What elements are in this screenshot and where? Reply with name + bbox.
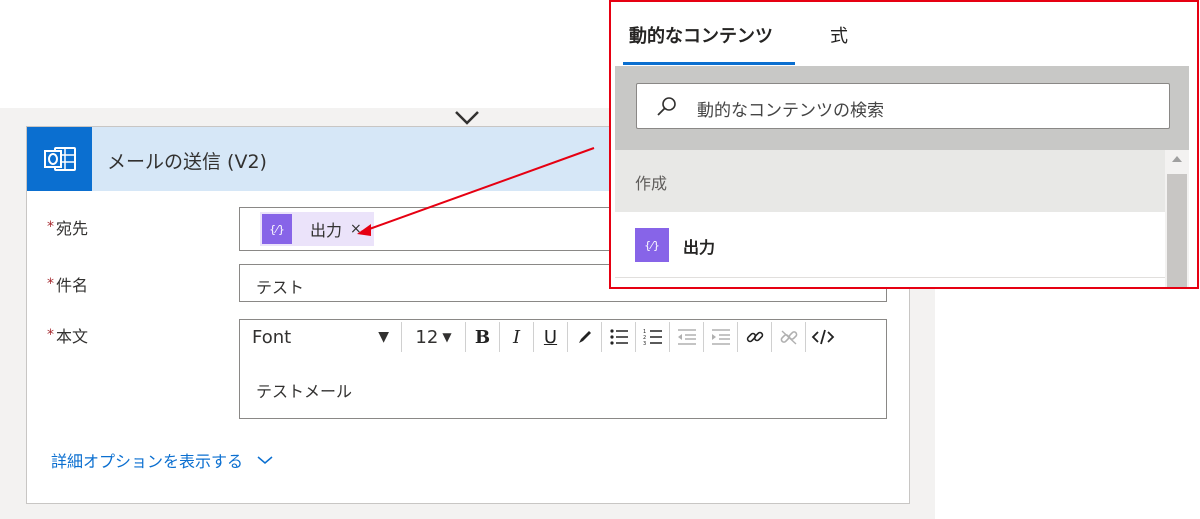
dynamic-content-token[interactable]: {⁄} 出力 × xyxy=(260,212,374,246)
code-view-icon[interactable] xyxy=(806,322,840,352)
dynamic-content-item[interactable]: {⁄} 出力 xyxy=(615,212,1165,278)
unlink-icon[interactable] xyxy=(772,322,806,352)
body-editor[interactable]: Font ▼ 12 ▼ B I U 123 テストメール xyxy=(239,319,887,419)
body-text: テストメール xyxy=(256,382,353,401)
dynamic-content-item-label: 出力 xyxy=(683,238,716,257)
required-mark: * xyxy=(47,327,54,343)
highlight-pen-icon[interactable] xyxy=(568,322,602,352)
caret-down-icon: ▼ xyxy=(378,329,389,345)
active-tab-indicator xyxy=(623,62,795,65)
token-remove-button[interactable]: × xyxy=(350,221,362,237)
dynamic-content-search-input[interactable]: 動的なコンテンツの検索 xyxy=(636,83,1170,129)
search-area: 動的なコンテンツの検索 xyxy=(615,66,1189,150)
svg-text:3: 3 xyxy=(643,341,646,346)
advanced-options-label: 詳細オプションを表示する xyxy=(51,452,244,471)
expression-icon: {⁄} xyxy=(262,214,292,244)
italic-button[interactable]: I xyxy=(500,322,534,352)
link-icon[interactable] xyxy=(738,322,772,352)
caret-down-icon: ▼ xyxy=(442,330,452,344)
font-size-value: 12 xyxy=(415,326,439,348)
font-family-dropdown[interactable]: Font ▼ xyxy=(242,322,402,352)
font-family-value: Font xyxy=(252,326,292,348)
to-field-label: * 宛先 xyxy=(47,219,89,238)
underline-button[interactable]: U xyxy=(534,322,568,352)
subject-field-label: * 件名 xyxy=(47,276,89,295)
section-label: 作成 xyxy=(635,174,668,193)
required-mark: * xyxy=(47,219,54,235)
chevron-down-icon xyxy=(257,456,273,464)
panel-scrollbar[interactable] xyxy=(1165,150,1189,287)
action-title[interactable]: メールの送信 (V2) xyxy=(107,147,267,174)
tab-expression[interactable]: 式 xyxy=(830,22,848,48)
numbered-list-icon[interactable]: 123 xyxy=(636,322,670,352)
rich-text-toolbar: Font ▼ 12 ▼ B I U 123 xyxy=(242,322,882,352)
increase-indent-icon[interactable] xyxy=(704,322,738,352)
bulleted-list-icon[interactable] xyxy=(602,322,636,352)
flow-connector-arrow-icon xyxy=(455,111,479,125)
outlook-icon xyxy=(27,127,92,191)
subject-value: テスト xyxy=(256,278,305,297)
font-size-dropdown[interactable]: 12 ▼ xyxy=(402,322,466,352)
expression-icon: {⁄} xyxy=(635,228,669,262)
token-label: 出力 xyxy=(310,221,343,240)
body-field-label: * 本文 xyxy=(47,327,89,346)
required-mark: * xyxy=(47,276,54,292)
scroll-thumb[interactable] xyxy=(1167,174,1187,287)
tab-dynamic-content[interactable]: 動的なコンテンツ xyxy=(629,22,773,48)
section-header: 作成 xyxy=(615,150,1165,212)
decrease-indent-icon[interactable] xyxy=(670,322,704,352)
scroll-up-arrow-icon[interactable] xyxy=(1172,156,1182,162)
search-placeholder: 動的なコンテンツの検索 xyxy=(697,101,884,121)
bold-button[interactable]: B xyxy=(466,322,500,352)
search-icon xyxy=(657,97,676,116)
dynamic-content-panel: 動的なコンテンツ 式 動的なコンテンツの検索 作成 {⁄} 出力 xyxy=(609,0,1199,289)
show-advanced-options-link[interactable]: 詳細オプションを表示する xyxy=(51,448,273,472)
